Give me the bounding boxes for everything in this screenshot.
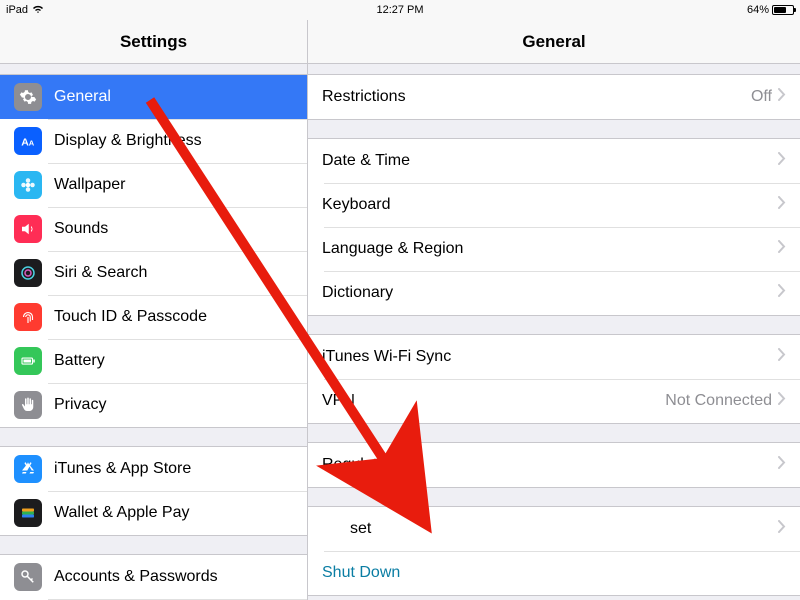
detail-row-label: Language & Region	[322, 240, 778, 258]
chevron-right-icon	[778, 392, 786, 410]
fingerprint-icon	[14, 303, 42, 331]
detail-row-wifisync[interactable]: iTunes Wi-Fi Sync	[308, 335, 800, 379]
svg-text:A: A	[29, 139, 35, 148]
chevron-right-icon	[778, 348, 786, 366]
sidebar-item-wallet[interactable]: Wallet & Apple Pay	[0, 491, 307, 535]
wifi-icon	[32, 4, 44, 17]
sidebar-item-battery[interactable]: Battery	[0, 339, 307, 383]
detail-row-label: Regulatory	[322, 456, 778, 474]
detail-row-label: Shut Down	[322, 564, 786, 582]
sidebar-item-accounts[interactable]: Accounts & Passwords	[0, 555, 307, 599]
speaker-icon	[14, 215, 42, 243]
sidebar-item-label: Accounts & Passwords	[54, 568, 293, 586]
sidebar-item-label: Battery	[54, 352, 293, 370]
detail-row-vpn[interactable]: VPNNot Connected	[308, 379, 800, 423]
chevron-right-icon	[778, 240, 786, 258]
chevron-right-icon	[778, 88, 786, 106]
detail-row-datetime[interactable]: Date & Time	[308, 139, 800, 183]
chevron-right-icon	[778, 284, 786, 302]
sidebar-item-label: Touch ID & Passcode	[54, 308, 293, 326]
detail-row-label: Dictionary	[322, 284, 778, 302]
sidebar-item-general[interactable]: General	[0, 75, 307, 119]
chevron-right-icon	[778, 152, 786, 170]
sidebar-item-label: iTunes & App Store	[54, 460, 293, 478]
detail-row-value: Not Connected	[665, 392, 772, 410]
detail-row-dictionary[interactable]: Dictionary	[308, 271, 800, 315]
sidebar-item-display[interactable]: AA Display & Brightness	[0, 119, 307, 163]
status-time: 12:27 PM	[376, 4, 423, 16]
sidebar-item-siri[interactable]: Siri & Search	[0, 251, 307, 295]
sidebar-item-privacy[interactable]: Privacy	[0, 383, 307, 427]
siri-icon	[14, 259, 42, 287]
detail-row-label: VPN	[322, 392, 665, 410]
sidebar-item-label: Display & Brightness	[54, 132, 293, 150]
sidebar-item-wallpaper[interactable]: Wallpaper	[0, 163, 307, 207]
settings-sidebar: Settings General AA Display & Brightness Wa…	[0, 20, 308, 600]
detail-row-label: Keyboard	[322, 196, 778, 214]
detail-row-regulatory[interactable]: Regulatory	[308, 443, 800, 487]
sidebar-item-label: Wallpaper	[54, 176, 293, 194]
detail-row-reset[interactable]: set	[308, 507, 800, 551]
detail-row-label: set	[322, 520, 778, 538]
detail-row-label: Restrictions	[322, 88, 751, 106]
sidebar-item-label: Siri & Search	[54, 264, 293, 282]
textsize-icon: AA	[14, 127, 42, 155]
status-bar: iPad 12:27 PM 64%	[0, 0, 800, 20]
hand-icon	[14, 391, 42, 419]
wallet-icon	[14, 499, 42, 527]
gear-icon	[14, 83, 42, 111]
detail-row-label: Date & Time	[322, 152, 778, 170]
detail-row-keyboard[interactable]: Keyboard	[308, 183, 800, 227]
detail-title: General	[308, 20, 800, 64]
battery-icon	[772, 5, 794, 15]
detail-row-restrictions[interactable]: RestrictionsOff	[308, 75, 800, 119]
sidebar-item-label: General	[54, 88, 293, 106]
device-name: iPad	[6, 4, 28, 16]
chevron-right-icon	[778, 456, 786, 474]
appstore-icon	[14, 455, 42, 483]
battery-percent: 64%	[747, 4, 769, 16]
battery-icon	[14, 347, 42, 375]
chevron-right-icon	[778, 520, 786, 538]
detail-pane: General RestrictionsOff Date & Time Keyboa…	[308, 20, 800, 600]
sidebar-item-touchid[interactable]: Touch ID & Passcode	[0, 295, 307, 339]
sidebar-item-label: Wallet & Apple Pay	[54, 504, 293, 522]
chevron-right-icon	[778, 196, 786, 214]
detail-row-language[interactable]: Language & Region	[308, 227, 800, 271]
flower-icon	[14, 171, 42, 199]
sidebar-item-itunes[interactable]: iTunes & App Store	[0, 447, 307, 491]
sidebar-item-sounds[interactable]: Sounds	[0, 207, 307, 251]
sidebar-title: Settings	[0, 20, 307, 64]
key-icon	[14, 563, 42, 591]
detail-row-shutdown[interactable]: Shut Down	[308, 551, 800, 595]
detail-row-value: Off	[751, 88, 772, 106]
sidebar-item-label: Privacy	[54, 396, 293, 414]
sidebar-item-label: Sounds	[54, 220, 293, 238]
detail-row-label: iTunes Wi-Fi Sync	[322, 348, 778, 366]
